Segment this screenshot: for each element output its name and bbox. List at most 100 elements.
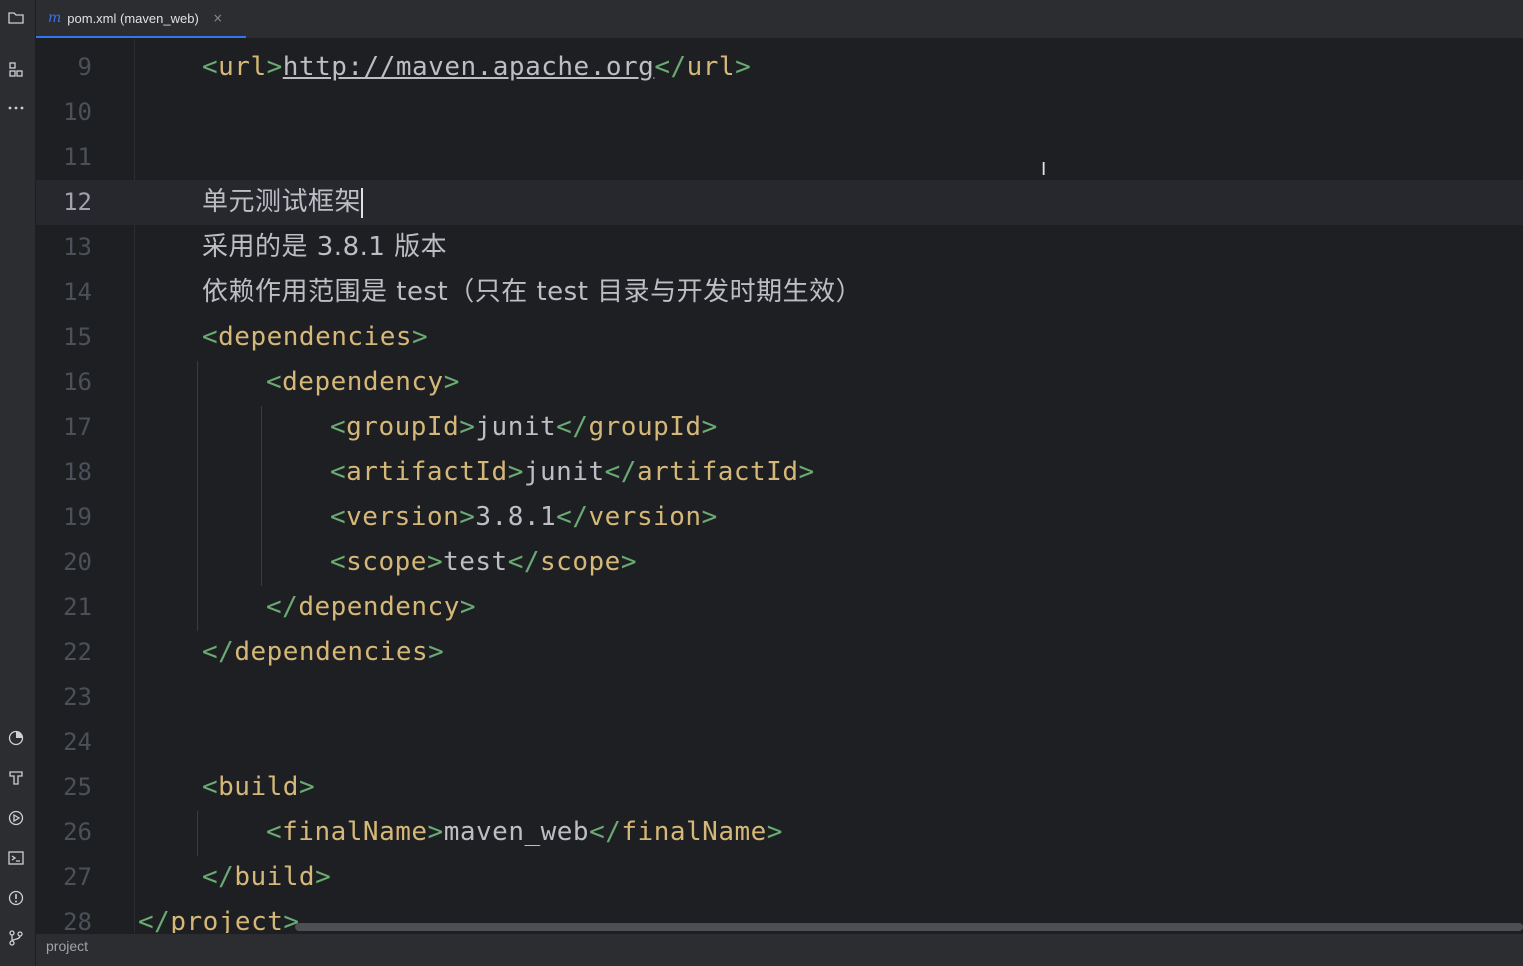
line-number: 17 [63, 413, 92, 441]
line-number: 15 [63, 323, 92, 351]
tag-content: maven_web [443, 817, 590, 847]
line-number: 25 [63, 773, 92, 801]
build-icon[interactable] [4, 766, 28, 790]
tag-bracket: < [330, 412, 347, 442]
code-line[interactable]: 13 采用的是 3.8.1 版本 [36, 225, 1523, 270]
comment-text: 采用的是 3.8.1 版本 [202, 232, 448, 262]
code-line[interactable]: 25 <build> [36, 765, 1523, 810]
structure-icon[interactable] [4, 57, 28, 81]
left-tool-strip [0, 0, 36, 966]
more-icon[interactable] [4, 96, 28, 120]
tag-name: dependency [298, 592, 460, 622]
tag-bracket: > [507, 457, 524, 487]
tag-name: finalName [621, 817, 767, 847]
project-folder-icon[interactable] [4, 6, 28, 30]
tab-pom-xml[interactable]: m pom.xml (maven_web) × [36, 0, 246, 38]
line-number: 28 [63, 908, 92, 933]
indent-guide [197, 811, 198, 856]
tag-name: project [170, 907, 284, 933]
tag-bracket: </ [138, 907, 171, 933]
horizontal-scrollbar[interactable] [295, 923, 1523, 931]
tag-bracket: > [266, 52, 283, 82]
tag-name: artifactId [636, 457, 799, 487]
code-line[interactable]: 14 依赖作用范围是 test（只在 test 目录与开发时期生效） [36, 270, 1523, 315]
code-line[interactable]: 23 [36, 675, 1523, 720]
code-line[interactable]: 27 </build> [36, 855, 1523, 900]
code-text: <dependency> [266, 360, 460, 405]
git-icon[interactable] [4, 926, 28, 950]
code-text: 依赖作用范围是 test（只在 test 目录与开发时期生效） [202, 270, 862, 315]
tag-bracket: < [202, 52, 219, 82]
close-icon[interactable]: × [213, 11, 223, 25]
line-number: 24 [63, 728, 92, 756]
terminal-icon[interactable] [4, 846, 28, 870]
code-text: 单元测试框架 [202, 180, 364, 225]
tag-bracket: > [735, 52, 752, 82]
tag-name: dependency [282, 367, 444, 397]
line-number: 21 [63, 593, 92, 621]
tag-bracket: > [766, 817, 783, 847]
code-line[interactable]: 26 <finalName>maven_web</finalName> [36, 810, 1523, 855]
tag-name: artifactId [346, 457, 508, 487]
code-line[interactable]: 9 <url>http://maven.apache.org</url> [36, 45, 1523, 90]
tag-bracket: > [701, 412, 718, 442]
tag-content: test [443, 547, 508, 577]
line-number: 18 [63, 458, 92, 486]
tag-content: 3.8.1 [475, 502, 557, 532]
line-number: 19 [63, 503, 92, 531]
code-line[interactable]: 20 <scope>test</scope> [36, 540, 1523, 585]
code-text: <finalName>maven_web</finalName> [266, 810, 783, 855]
code-line[interactable]: 11 [36, 135, 1523, 180]
tag-bracket: < [330, 457, 347, 487]
code-line[interactable]: 12 单元测试框架 [36, 180, 1523, 225]
line-number: 22 [63, 638, 92, 666]
code-text: </project> [138, 900, 300, 933]
tag-bracket: </ [654, 52, 687, 82]
tag-bracket: < [266, 817, 283, 847]
code-line[interactable]: 15 <dependencies> [36, 315, 1523, 360]
tag-name: groupId [588, 412, 702, 442]
maven-file-icon: m [48, 10, 62, 26]
tag-bracket: > [459, 502, 476, 532]
tag-name: groupId [346, 412, 460, 442]
tab-label: pom.xml (maven_web) [67, 10, 199, 26]
text-cursor-icon: I [1041, 159, 1047, 180]
tag-bracket: </ [202, 862, 235, 892]
breadcrumb[interactable]: project [46, 938, 88, 954]
tag-bracket: > [426, 547, 444, 577]
tag-content[interactable]: http://maven.apache.org [283, 52, 655, 82]
ide-window: m pom.xml (maven_web) × 9 <url>http://mav… [0, 0, 1523, 966]
problems-icon[interactable] [4, 886, 28, 910]
code-line[interactable]: 17 <groupId>junit</groupId> [36, 405, 1523, 450]
code-editor[interactable]: 9 <url>http://maven.apache.org</url> 10 11 1… [36, 39, 1523, 933]
line-number: 13 [63, 233, 92, 261]
services-icon[interactable] [4, 806, 28, 830]
code-text: </dependencies> [202, 630, 444, 675]
editor-tab-bar: m pom.xml (maven_web) × [36, 0, 1523, 39]
tag-name: version [346, 502, 460, 532]
indent-guide [261, 406, 262, 586]
code-text: 采用的是 3.8.1 版本 [202, 225, 447, 270]
profiler-icon[interactable] [4, 726, 28, 750]
code-line[interactable]: 24 [36, 720, 1523, 765]
line-number: 14 [63, 278, 92, 306]
tag-bracket: </ [202, 637, 235, 667]
tag-bracket: < [330, 547, 347, 577]
tag-bracket: < [330, 502, 347, 532]
tag-bracket: > [459, 412, 476, 442]
tag-bracket: </ [604, 457, 637, 487]
code-line[interactable]: 16 <dependency> [36, 360, 1523, 405]
line-number: 9 [77, 53, 92, 81]
code-line[interactable]: 21 </dependency> [36, 585, 1523, 630]
line-number: 11 [63, 143, 92, 171]
tag-name: finalName [282, 817, 428, 847]
code-text: <groupId>junit</groupId> [330, 405, 718, 450]
code-line[interactable]: 18 <artifactId>junit</artifactId> [36, 450, 1523, 495]
tag-bracket: > [315, 862, 332, 892]
code-line[interactable]: 22 </dependencies> [36, 630, 1523, 675]
comment-text: 单元测试框架 [202, 187, 362, 217]
code-line[interactable]: 10 [36, 90, 1523, 135]
line-number: 12 [63, 188, 92, 216]
line-number: 10 [63, 98, 92, 126]
code-line[interactable]: 19 <version>3.8.1</version> [36, 495, 1523, 540]
